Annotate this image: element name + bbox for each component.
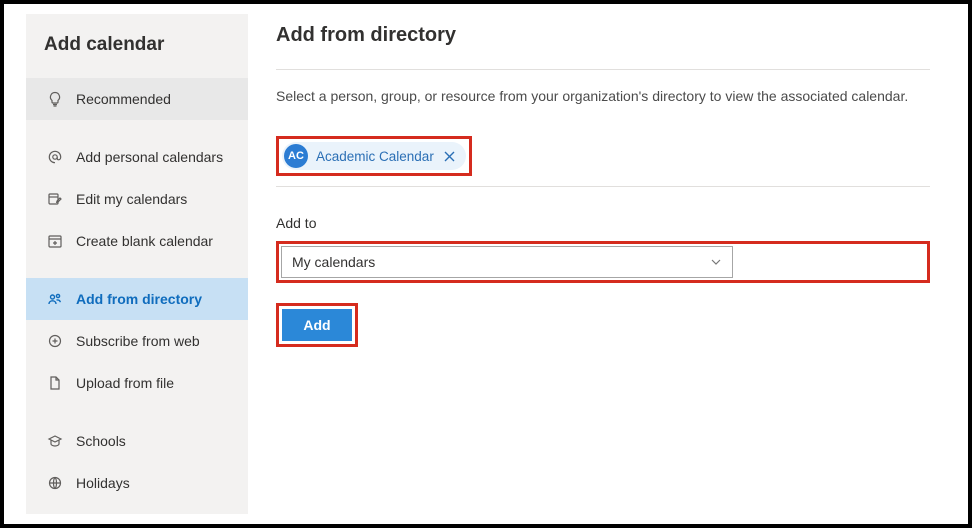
- sidebar-item-recommended[interactable]: Recommended: [26, 78, 248, 120]
- people-picker[interactable]: AC Academic Calendar: [276, 136, 930, 187]
- sidebar: Add calendar Recommended: [26, 14, 248, 514]
- sidebar-item-add-personal[interactable]: Add personal calendars: [26, 136, 248, 178]
- sidebar-item-label: Add from directory: [76, 291, 202, 307]
- sidebar-item-label: Recommended: [76, 91, 171, 107]
- window-frame: Add calendar Recommended: [0, 0, 972, 528]
- sidebar-item-label: Create blank calendar: [76, 233, 213, 249]
- sidebar-item-schools[interactable]: Schools: [26, 420, 248, 462]
- sidebar-item-label: Edit my calendars: [76, 191, 187, 207]
- globe-icon: [44, 475, 66, 491]
- close-icon[interactable]: [442, 148, 458, 164]
- calendar-plus-icon: [44, 233, 66, 249]
- file-icon: [44, 375, 66, 391]
- highlight-box: AC Academic Calendar: [276, 136, 472, 176]
- add-to-label: Add to: [276, 215, 930, 231]
- sidebar-item-add-from-directory[interactable]: Add from directory: [26, 278, 248, 320]
- highlight-box: Add: [276, 303, 358, 347]
- sidebar-item-label: Holidays: [76, 475, 130, 491]
- main-panel: Add from directory Select a person, grou…: [248, 14, 958, 514]
- sidebar-item-edit-calendars[interactable]: Edit my calendars: [26, 178, 248, 220]
- chip-label: Academic Calendar: [316, 149, 434, 164]
- at-sign-icon: [44, 149, 66, 165]
- sidebar-item-label: Schools: [76, 433, 126, 449]
- selected-person-chip[interactable]: AC Academic Calendar: [282, 142, 466, 170]
- edit-calendar-icon: [44, 191, 66, 207]
- select-value: My calendars: [292, 254, 375, 270]
- add-button[interactable]: Add: [282, 309, 352, 341]
- sidebar-title: Add calendar: [26, 24, 248, 78]
- chevron-down-icon: [710, 256, 722, 268]
- page-title: Add from directory: [276, 24, 930, 69]
- sidebar-item-upload-file[interactable]: Upload from file: [26, 362, 248, 404]
- sidebar-item-label: Upload from file: [76, 375, 174, 391]
- intro-text: Select a person, group, or resource from…: [276, 88, 930, 104]
- sidebar-item-holidays[interactable]: Holidays: [26, 462, 248, 504]
- graduation-cap-icon: [44, 433, 66, 449]
- sidebar-item-subscribe-web[interactable]: Subscribe from web: [26, 320, 248, 362]
- add-to-select[interactable]: My calendars: [281, 246, 733, 278]
- link-icon: [44, 333, 66, 349]
- highlight-box: My calendars: [276, 241, 930, 283]
- sidebar-item-label: Subscribe from web: [76, 333, 200, 349]
- sidebar-item-label: Add personal calendars: [76, 149, 223, 165]
- lightbulb-icon: [44, 91, 66, 107]
- avatar: AC: [284, 144, 308, 168]
- divider: [276, 69, 930, 70]
- sidebar-item-create-blank[interactable]: Create blank calendar: [26, 220, 248, 262]
- people-icon: [44, 291, 66, 307]
